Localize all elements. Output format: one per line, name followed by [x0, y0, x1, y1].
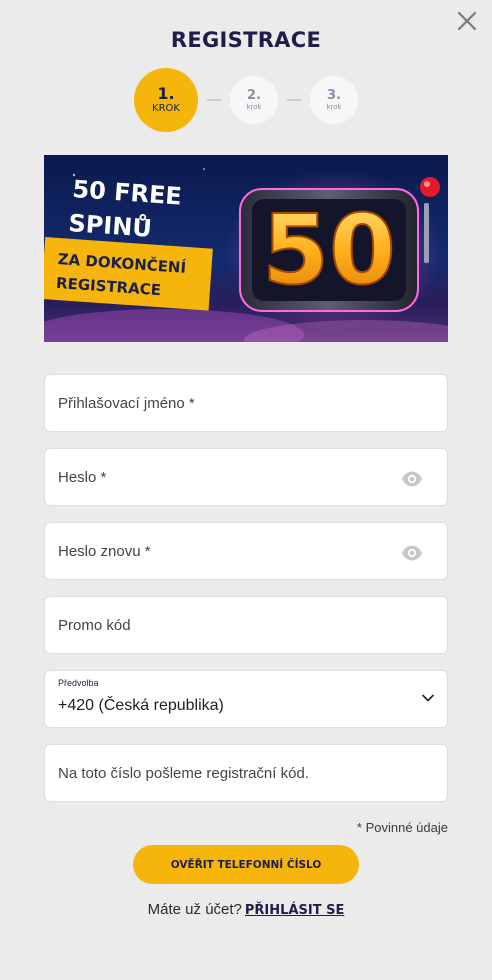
eye-icon[interactable] — [401, 542, 423, 564]
password-placeholder: Heslo * — [58, 468, 107, 486]
chevron-down-icon — [422, 694, 434, 702]
svg-text:SPINŮ: SPINŮ — [68, 207, 153, 243]
svg-text:50: 50 — [262, 194, 396, 306]
step-number: 1. — [157, 84, 175, 103]
username-placeholder: Přihlašovací jméno * — [58, 394, 195, 412]
phone-number-placeholder: Na toto číslo pošleme registrační kód. — [58, 764, 309, 782]
verify-phone-button[interactable]: OVĚŘIT TELEFONNÍ ČÍSLO — [133, 845, 359, 884]
login-link[interactable]: PŘIHLÁSIT SE — [245, 903, 344, 918]
phone-number-field[interactable]: Na toto číslo pošleme registrační kód. — [44, 744, 448, 802]
required-fields-note: * Povinné údaje — [356, 820, 448, 835]
step-1: 1. KROK — [134, 68, 198, 132]
phone-prefix-value: +420 (Česká republika) — [58, 697, 224, 714]
step-label: krok — [246, 103, 262, 111]
eye-icon[interactable] — [401, 468, 423, 490]
password-repeat-placeholder: Heslo znovu * — [58, 542, 151, 560]
step-number: 2. — [247, 88, 261, 103]
step-indicator: 1. KROK 2. krok 3. krok — [0, 68, 492, 132]
page-title: REGISTRACE — [170, 28, 322, 52]
step-connector — [287, 99, 301, 101]
step-connector — [207, 99, 221, 101]
promo-code-field[interactable]: Promo kód — [44, 596, 448, 654]
password-field[interactable]: Heslo * — [44, 448, 448, 506]
login-prompt: Máte už účet? PŘIHLÁSIT SE — [0, 901, 492, 918]
svg-text:50 FREE: 50 FREE — [72, 175, 183, 211]
password-repeat-field[interactable]: Heslo znovu * — [44, 522, 448, 580]
have-account-text: Máte už účet? — [147, 901, 242, 918]
step-label: KROK — [152, 103, 180, 114]
step-3: 3. krok — [310, 76, 358, 124]
phone-prefix-select[interactable]: Předvolba +420 (Česká republika) — [44, 670, 448, 728]
step-number: 3. — [327, 88, 341, 103]
step-2: 2. krok — [230, 76, 278, 124]
promo-banner-graphic: 50 50 FREE SPINŮ ZA DOKONČENÍ REGISTRACE — [44, 168, 448, 342]
promo-code-placeholder: Promo kód — [58, 616, 131, 634]
username-field[interactable]: Přihlašovací jméno * — [44, 374, 448, 432]
phone-prefix-label: Předvolba — [58, 678, 99, 688]
promo-banner: 50 50 FREE SPINŮ ZA DOKONČENÍ REGISTRACE — [44, 155, 448, 342]
step-label: krok — [326, 103, 342, 111]
